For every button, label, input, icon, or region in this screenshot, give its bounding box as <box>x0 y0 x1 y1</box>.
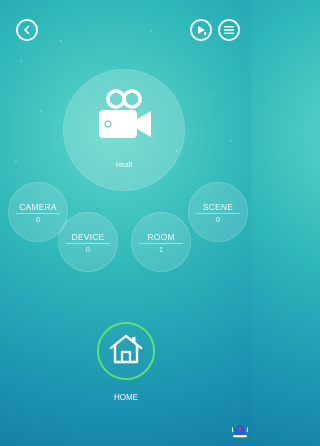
room-count: 1 <box>159 247 163 254</box>
device-section[interactable]: DEVICE 0 <box>58 212 118 272</box>
menu-button[interactable] <box>218 19 240 41</box>
back-chevron-icon <box>22 25 32 35</box>
home-button[interactable] <box>97 322 155 380</box>
home-icon <box>109 333 143 370</box>
home-screen: Healt CAMERA 0 DEVICE 0 ROOM 1 SCENE 0 H… <box>0 0 251 446</box>
divider <box>139 243 183 244</box>
current-camera-circle[interactable]: Healt <box>63 69 185 191</box>
device-label: DEVICE <box>71 232 105 242</box>
main-title: Healt <box>115 162 133 169</box>
video-camera-icon <box>96 87 154 150</box>
divider <box>196 213 240 214</box>
menu-icon <box>223 25 235 35</box>
divider <box>66 243 110 244</box>
play-button[interactable] <box>190 19 212 41</box>
room-label: ROOM <box>147 232 175 242</box>
play-icon <box>195 24 207 36</box>
scene-section[interactable]: SCENE 0 <box>188 182 248 242</box>
camera-count: 0 <box>36 217 40 224</box>
scene-count: 0 <box>216 217 220 224</box>
device-count: 0 <box>86 247 90 254</box>
alarm-icon[interactable] <box>231 422 249 443</box>
back-button[interactable] <box>16 19 38 41</box>
home-label: HOME <box>114 393 138 402</box>
scene-label: SCENE <box>202 202 234 212</box>
divider <box>16 213 60 214</box>
room-section[interactable]: ROOM 1 <box>131 212 191 272</box>
camera-label: CAMERA <box>19 202 57 212</box>
